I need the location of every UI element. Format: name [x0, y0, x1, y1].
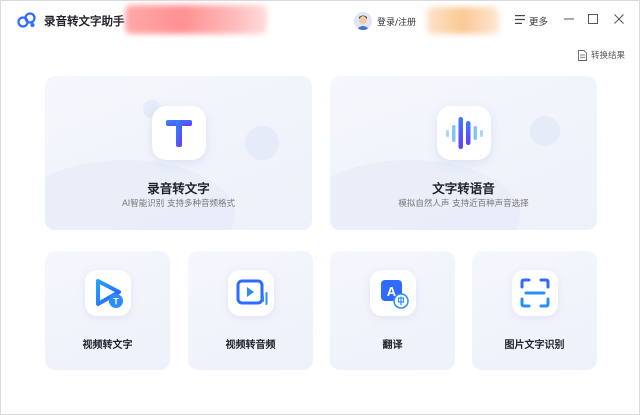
tool-title: 翻译: [382, 340, 403, 351]
results-button[interactable]: 转换结果: [578, 49, 625, 61]
tool-title: 视频转音频: [225, 340, 276, 351]
tool-card-image-ocr[interactable]: 图片文字识别: [472, 251, 597, 370]
feature-icon-box: [436, 106, 491, 160]
login-link[interactable]: 登录/注册: [377, 15, 416, 28]
blurred-banner: [125, 5, 267, 34]
svg-text:T: T: [113, 297, 119, 307]
tool-title: 视频转文字: [82, 340, 133, 351]
results-label: 转换结果: [591, 51, 626, 61]
tool-icon-box: [511, 270, 558, 316]
tool-icon-box: A: [369, 270, 416, 316]
tool-title: 图片文字识别: [504, 340, 565, 351]
app-title: 录音转文字助手: [44, 14, 125, 28]
app-window: 录音转文字助手 登录/注册 更多 转换结果 录音转文字 AI智能识别 支持多种音…: [0, 0, 640, 415]
document-icon: [578, 49, 587, 61]
feature-card-text-to-speech[interactable]: 文字转语音 模拟自然人声 支持近百种声音选择: [330, 76, 597, 230]
feature-subtitle: 模拟自然人声 支持近百种声音选择: [398, 199, 529, 209]
more-menu-button[interactable]: 更多: [529, 14, 548, 28]
app-logo-icon: [17, 12, 36, 28]
feature-subtitle: AI智能识别 支持多种音频格式: [121, 199, 236, 209]
blurred-promo: [427, 7, 499, 34]
card-decoration: [245, 126, 279, 160]
close-icon[interactable]: [612, 12, 626, 26]
video-to-audio-icon: [236, 279, 267, 305]
minimize-icon[interactable]: [562, 12, 576, 26]
video-to-text-icon: T: [95, 279, 123, 308]
title-bar: 录音转文字助手 登录/注册 更多: [1, 1, 639, 39]
card-decoration: [530, 116, 560, 146]
hamburger-menu-icon[interactable]: [515, 15, 525, 24]
t-letter-icon: [165, 120, 192, 147]
feature-icon-box: [151, 106, 206, 160]
image-ocr-icon: [520, 278, 549, 308]
tool-card-translate[interactable]: A 翻译: [330, 251, 455, 370]
tool-icon-box: T: [84, 270, 131, 316]
translate-icon: A: [380, 280, 409, 309]
voice-wave-icon: [445, 117, 483, 149]
avatar[interactable]: [354, 12, 372, 30]
tool-icon-box: [227, 270, 274, 316]
user-avatar-icon: [356, 15, 370, 30]
feature-card-audio-to-text[interactable]: 录音转文字 AI智能识别 支持多种音频格式: [45, 76, 312, 230]
tool-card-video-to-audio[interactable]: 视频转音频: [188, 251, 313, 370]
tool-card-video-to-text[interactable]: T 视频转文字: [45, 251, 170, 370]
feature-title: 文字转语音: [432, 181, 495, 196]
maximize-icon[interactable]: [586, 12, 600, 26]
feature-title: 录音转文字: [147, 181, 210, 196]
